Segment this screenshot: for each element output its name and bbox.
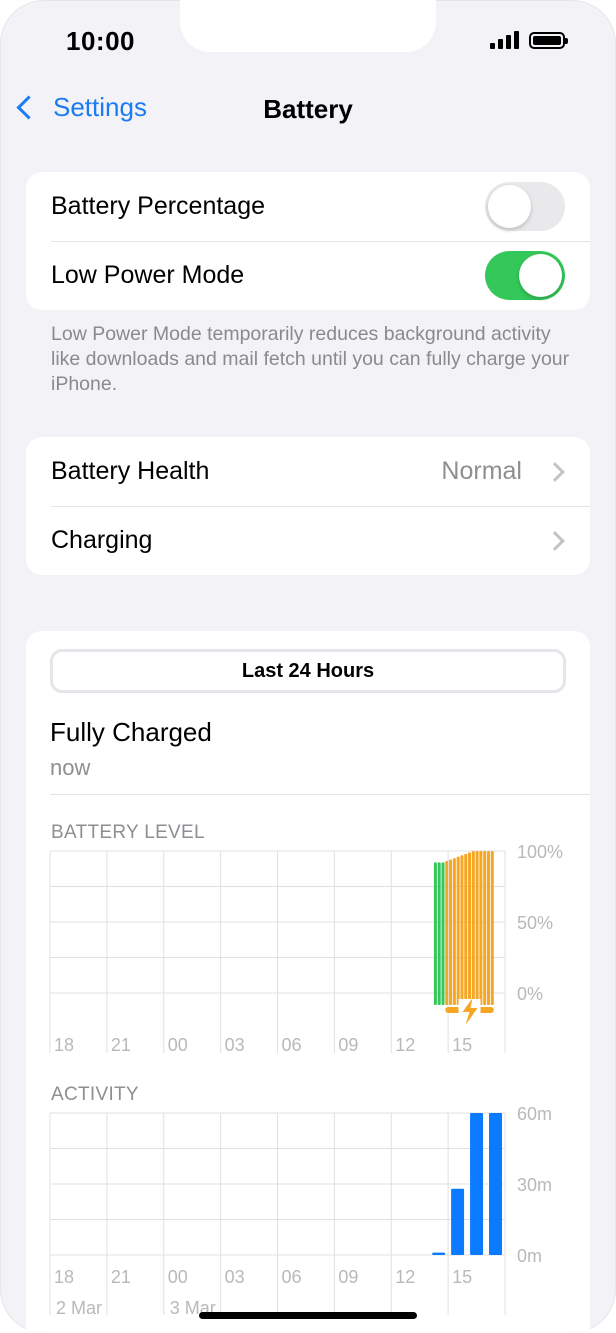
battery-level-chart: 100% 50% 0% 18 21 00 03 06 09 12 15 (49, 842, 563, 1055)
battery-level-bar (441, 862, 445, 1005)
activity-bar (451, 1188, 465, 1255)
cellular-signal-icon (490, 31, 519, 49)
y-tick-label: 50% (517, 913, 553, 933)
x-tick-label: 03 (225, 1035, 245, 1055)
x-tick-label: 15 (452, 1035, 472, 1055)
x-tick-label: 21 (111, 1035, 131, 1055)
battery-level-bar (449, 859, 453, 1005)
divider (50, 794, 590, 795)
chevron-right-icon (545, 461, 565, 482)
usage-card: Last 24 Hours Fully Charged now BATTERY … (26, 631, 590, 1333)
status-icons (490, 31, 568, 49)
battery-health-label: Battery Health (51, 457, 210, 485)
activity-bar (489, 1113, 502, 1255)
battery-percentage-toggle[interactable] (485, 182, 565, 231)
phone-screen: 10:00 Settings Battery Battery Percentag… (0, 0, 616, 1333)
battery-level-bar (464, 853, 468, 1005)
charging-row[interactable]: Charging (26, 506, 590, 575)
page-title: Battery (263, 94, 353, 124)
battery-level-bar (479, 851, 483, 1005)
x-tick-label: 18 (54, 1035, 74, 1055)
low-power-mode-row: Low Power Mode (26, 241, 590, 310)
charge-status: Fully Charged (50, 717, 212, 747)
battery-level-bar (437, 862, 441, 1005)
battery-level-bar (452, 858, 456, 1005)
x-tick-label: 12 (395, 1267, 415, 1287)
battery-health-row[interactable]: Battery Health Normal (26, 437, 590, 506)
charge-time: now (50, 755, 91, 780)
activity-chart: 60m30m0m18 21 00 03 06 09 12 152 Mar 3 Mar (49, 1104, 552, 1318)
status-time: 10:00 (66, 26, 135, 56)
y-tick-label: 30m (517, 1175, 552, 1195)
y-tick-label: 60m (517, 1104, 552, 1124)
toggles-group: Battery Percentage Low Power Mode (26, 172, 590, 310)
health-group: Battery Health Normal Charging (26, 437, 590, 575)
battery-level-bar (486, 851, 490, 1005)
y-tick-label: 0% (517, 984, 543, 1004)
y-tick-label: 100% (517, 842, 563, 862)
chevron-right-icon (545, 530, 565, 551)
home-indicator[interactable] (199, 1312, 417, 1319)
low-power-mode-toggle[interactable] (485, 251, 565, 300)
camera-notch (180, 0, 436, 52)
x-tick-label: 06 (282, 1267, 302, 1287)
battery-level-bar (433, 862, 437, 1005)
activity-bar (432, 1252, 446, 1255)
battery-level-bar (445, 860, 449, 1005)
activity-bar (470, 1113, 484, 1255)
battery-level-bar (456, 856, 460, 1005)
battery-level-bar (475, 851, 479, 1005)
y-tick-label: 0m (517, 1246, 542, 1266)
low-power-mode-label: Low Power Mode (51, 261, 245, 289)
x-tick-label: 09 (338, 1267, 358, 1287)
x-tick-label: 00 (168, 1035, 188, 1055)
x-tick-label: 18 (54, 1267, 74, 1287)
battery-level-bar (490, 851, 494, 1005)
battery-level-bar (471, 851, 475, 1005)
x-tick-label: 15 (452, 1267, 472, 1287)
last-24-hours-button[interactable]: Last 24 Hours (50, 649, 566, 693)
battery-percentage-row: Battery Percentage (26, 172, 590, 241)
date-label: 2 Mar (56, 1298, 102, 1318)
battery-level-bar (460, 855, 464, 1005)
x-tick-label: 06 (282, 1035, 302, 1055)
x-tick-label: 09 (338, 1035, 358, 1055)
x-tick-label: 00 (168, 1267, 188, 1287)
battery-level-bar (468, 852, 472, 1005)
x-tick-label: 03 (225, 1267, 245, 1287)
battery-health-value: Normal (441, 457, 522, 485)
x-tick-label: 21 (111, 1267, 131, 1287)
battery-status-icon (529, 31, 568, 49)
battery-percentage-label: Battery Percentage (51, 192, 266, 220)
battery-level-bar (483, 851, 487, 1005)
x-tick-label: 12 (395, 1035, 415, 1055)
low-power-footnote: Low Power Mode temporarily reduces backg… (51, 323, 570, 395)
charging-label: Charging (51, 526, 153, 554)
